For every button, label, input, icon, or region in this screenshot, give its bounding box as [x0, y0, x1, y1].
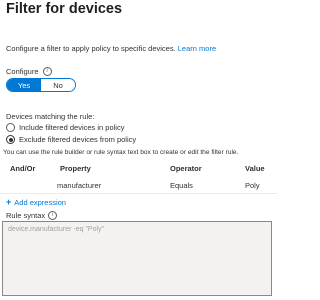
- configure-label: Configure: [6, 67, 39, 76]
- table-row[interactable]: manufacturer Equals Poly: [0, 177, 277, 194]
- learn-more-link[interactable]: Learn more: [178, 44, 216, 53]
- rule-syntax-label: Rule syntax: [6, 211, 46, 220]
- rule-table-header: And/Or Property Operator Value: [0, 160, 277, 176]
- configure-label-row: Configure i: [6, 67, 52, 76]
- configure-toggle[interactable]: Yes No: [6, 78, 76, 92]
- header-and-or: And/Or: [10, 164, 36, 173]
- header-operator: Operator: [170, 164, 202, 173]
- include-filtered-radio[interactable]: Include filtered devices in policy: [6, 123, 124, 132]
- rule-syntax-textbox[interactable]: device.manufacturer -eq "Poly": [2, 221, 272, 296]
- description: Configure a filter to apply policy to sp…: [6, 44, 216, 53]
- radio-checked-icon[interactable]: [6, 135, 15, 144]
- exclude-filtered-radio[interactable]: Exclude filtered devices from policy: [6, 135, 136, 144]
- page-title: Filter for devices: [6, 1, 123, 17]
- rule-builder-hint: You can use the rule builder or rule syn…: [3, 149, 239, 156]
- header-property: Property: [60, 164, 91, 173]
- header-value: Value: [245, 164, 265, 173]
- info-icon[interactable]: i: [42, 67, 52, 76]
- configure-yes-option[interactable]: Yes: [7, 79, 41, 91]
- cell-operator[interactable]: Equals: [170, 181, 193, 190]
- configure-no-option[interactable]: No: [41, 79, 75, 91]
- info-icon[interactable]: i: [48, 211, 58, 220]
- devices-matching-label: Devices matching the rule:: [6, 112, 95, 121]
- cell-value[interactable]: Poly: [245, 181, 260, 190]
- plus-icon: +: [6, 197, 12, 207]
- add-expression-label: Add expression: [14, 198, 66, 207]
- description-text: Configure a filter to apply policy to sp…: [6, 44, 176, 53]
- exclude-filtered-label: Exclude filtered devices from policy: [19, 135, 137, 144]
- include-filtered-label: Include filtered devices in policy: [19, 123, 125, 132]
- radio-unchecked-icon[interactable]: [6, 123, 15, 132]
- add-expression-button[interactable]: + Add expression: [6, 197, 66, 208]
- rule-syntax-label-row: Rule syntax i: [6, 211, 58, 220]
- cell-property[interactable]: manufacturer: [57, 181, 101, 190]
